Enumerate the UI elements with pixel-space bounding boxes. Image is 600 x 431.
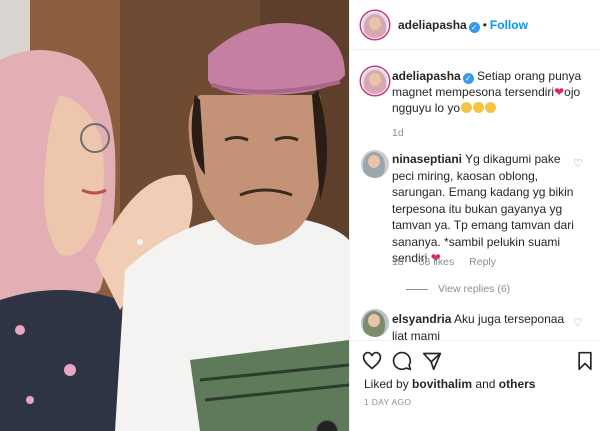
bookmark-icon[interactable] <box>576 351 594 371</box>
post-panel: adeliapasha ✓ • Follow adeliapasha ✓ Setiap … <box>349 0 600 431</box>
share-icon[interactable] <box>422 351 442 371</box>
reply-button[interactable]: Reply <box>469 256 496 268</box>
comment-time[interactable]: 1d <box>392 256 404 268</box>
author-username[interactable]: adeliapasha <box>398 18 467 32</box>
comment-likes[interactable]: 38 likes <box>419 256 455 268</box>
post-caption: adeliapasha ✓ Setiap orang punya magnet m… <box>392 68 592 141</box>
heart-emoji: ❤ <box>554 85 565 99</box>
comment-like-icon[interactable]: ♡ <box>573 157 583 170</box>
comment-username[interactable]: elsyandria <box>392 312 451 326</box>
comment-like-icon[interactable]: ♡ <box>573 316 583 329</box>
liked-by: Liked by bovithalim and others <box>364 377 536 391</box>
verified-icon: ✓ <box>462 73 474 84</box>
laughing-emoji <box>473 102 485 113</box>
photo-illustration <box>0 0 349 431</box>
heart-icon[interactable] <box>362 351 382 371</box>
caption-avatar[interactable] <box>361 67 389 95</box>
laughing-emoji <box>485 102 497 113</box>
caption-username[interactable]: adeliapasha <box>392 69 461 83</box>
follow-button[interactable]: Follow <box>490 18 528 32</box>
verified-icon: ✓ <box>468 22 480 33</box>
comment-item: ninaseptiani Yg dikagumi pake peci mirin… <box>392 151 577 267</box>
author-avatar[interactable] <box>361 11 389 39</box>
commenter-avatar[interactable] <box>361 309 389 337</box>
caption-time[interactable]: 1d <box>392 125 592 141</box>
comment-text: Yg dikagumi pake peci miring, kaosan obl… <box>392 152 574 265</box>
view-replies[interactable]: View replies (6) <box>406 283 510 295</box>
commenter-avatar[interactable] <box>361 150 389 178</box>
comment-icon[interactable] <box>392 351 412 371</box>
laughing-emoji <box>461 102 473 113</box>
post-photo[interactable] <box>0 0 349 431</box>
post-header: adeliapasha ✓ • Follow <box>350 0 600 50</box>
post-date[interactable]: 1 DAY AGO <box>364 397 411 407</box>
liked-by-others[interactable]: others <box>499 377 536 391</box>
post-actions: Liked by bovithalim and others 1 DAY AGO <box>350 340 600 431</box>
liked-by-user[interactable]: bovithalim <box>412 377 472 391</box>
comment-username[interactable]: ninaseptiani <box>392 152 462 166</box>
comment-meta: 1d 38 likes Reply <box>392 256 508 268</box>
